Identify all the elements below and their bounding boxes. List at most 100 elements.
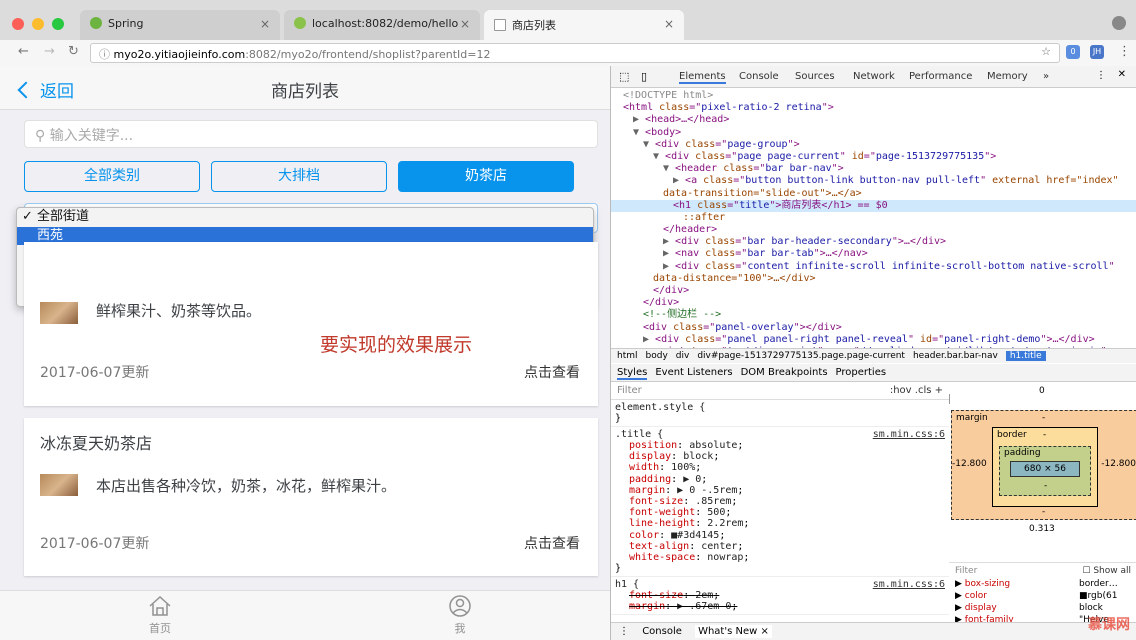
close-tab-icon[interactable]: ×	[460, 17, 470, 31]
category-button-milktea[interactable]: 奶茶店	[398, 161, 574, 192]
shop-card[interactable]: 冰冻夏天奶茶店 本店出售各种冷饮，奶茶，冰花，鲜榨果汁。 2017-06-07更…	[24, 418, 598, 576]
devtools-tab[interactable]: Memory	[987, 71, 1028, 82]
tab-localhost[interactable]: localhost:8082/demo/hello ×	[284, 10, 480, 40]
devtools-tab[interactable]: Performance	[909, 71, 972, 82]
css-source-link[interactable]: sm.min.css:6	[873, 429, 945, 440]
breadcrumb-item[interactable]: header.bar.bar-nav	[913, 351, 998, 361]
expand-arrow-icon[interactable]: ▶	[633, 114, 645, 125]
device-toggle-icon[interactable]: ▯	[641, 70, 647, 83]
computed-property[interactable]: ▶ box-sizing border…	[949, 579, 1136, 591]
dom-node-line[interactable]: <!--侧边栏 -->	[611, 309, 1136, 321]
dom-node-line[interactable]: ▼ <div class="page-group">	[611, 139, 1136, 151]
dom-node-line[interactable]: ::after	[611, 212, 1136, 224]
shop-card[interactable]: 鲜榨果汁、奶茶等饮品。 2017-06-07更新 点击查看	[24, 242, 598, 406]
computed-filter[interactable]: Filter ☐ Show all	[949, 563, 1136, 579]
dom-node-line[interactable]: </div>	[611, 297, 1136, 309]
css-property[interactable]: color: ■#3d4145;	[615, 530, 945, 541]
expand-arrow-icon[interactable]: ▼	[663, 163, 675, 174]
dom-node-line[interactable]: ▶ <head>…</head>	[611, 114, 1136, 126]
css-property[interactable]: width: 100%;	[615, 462, 945, 473]
expand-arrow-icon[interactable]: ▶	[663, 248, 675, 259]
extension-jh-icon[interactable]: JH	[1090, 45, 1104, 59]
devtools-tab[interactable]: Elements	[679, 71, 726, 84]
inspect-element-icon[interactable]: ⬚	[619, 70, 629, 83]
devtools-tab[interactable]: Sources	[795, 71, 835, 82]
show-all-checkbox[interactable]: ☐ Show all	[1082, 566, 1131, 576]
zoom-window-button[interactable]	[52, 18, 64, 30]
breadcrumb-item[interactable]: div	[676, 351, 690, 361]
dom-node-line[interactable]: ▶ <div class="content infinite-scroll in…	[611, 261, 1136, 273]
devtools-tab[interactable]: Console	[739, 71, 779, 82]
dom-node-line[interactable]: </div>	[611, 285, 1136, 297]
dom-tree[interactable]: <!DOCTYPE html> <html class="pixel-ratio-…	[611, 88, 1136, 348]
expand-arrow-icon[interactable]: ▼	[643, 139, 655, 150]
address-bar[interactable]: ⓘ myo2o.yitiaojieinfo.com:8082/myo2o/fro…	[90, 43, 1060, 63]
computed-property[interactable]: ▶ color ■rgb(61	[949, 591, 1136, 603]
breadcrumb-item[interactable]: h1.title	[1005, 351, 1046, 361]
menu-kebab-icon[interactable]: ⋮	[1118, 44, 1131, 59]
tab-shoplist[interactable]: 商店列表 ×	[484, 10, 684, 40]
drawer-tab-whatsnew[interactable]: What's New ×	[695, 625, 772, 638]
close-tab-icon[interactable]: ×	[664, 17, 674, 31]
dom-node-line[interactable]: ▼ <body>	[611, 127, 1136, 139]
dom-node-line[interactable]: data-distance="100">…</div>	[611, 273, 1136, 285]
hov-cls-controls[interactable]: :hov .cls +	[890, 385, 943, 396]
dom-node-line[interactable]: ▶ <div class="panel panel-right panel-re…	[611, 334, 1136, 346]
dropdown-option[interactable]: ✓ 全部街道	[17, 208, 593, 227]
close-window-button[interactable]	[12, 18, 24, 30]
styles-subtab[interactable]: Styles	[617, 367, 648, 380]
css-rule[interactable]: element.style {}	[611, 400, 949, 427]
minimize-window-button[interactable]	[32, 18, 44, 30]
profile-icon[interactable]	[1112, 16, 1126, 30]
extension-icon[interactable]: 0	[1066, 45, 1080, 59]
dom-node-line[interactable]: <h1 class="title">商店列表</h1> == $0	[611, 199, 1136, 212]
expand-arrow-icon[interactable]: ▶	[673, 175, 685, 186]
tab-spring[interactable]: Spring ×	[80, 10, 280, 40]
css-property[interactable]: position: absolute;	[615, 440, 945, 451]
dom-node-line[interactable]: <html class="pixel-ratio-2 retina">	[611, 102, 1136, 114]
css-property[interactable]: white-space: nowrap;	[615, 552, 945, 563]
styles-filter[interactable]: Filter:hov .cls +	[611, 382, 949, 400]
css-property[interactable]: font-size: 2em;	[615, 590, 945, 601]
dom-node-line[interactable]: ▼ <header class="bar bar-nav">	[611, 163, 1136, 175]
breadcrumb-item[interactable]: body	[646, 351, 668, 361]
css-property[interactable]: padding: ▶ 0;	[615, 474, 945, 485]
view-details-link[interactable]: 点击查看	[524, 362, 580, 382]
expand-arrow-icon[interactable]: ▶	[663, 261, 675, 272]
devtools-close-icon[interactable]: ✕	[1118, 69, 1126, 80]
devtools-tab[interactable]: »	[1043, 71, 1049, 82]
devtools-menu-icon[interactable]: ⋮	[1096, 70, 1106, 81]
search-input[interactable]: ⚲ 输入关键字...	[24, 120, 598, 148]
tab-me[interactable]: 我	[430, 595, 490, 636]
css-property[interactable]: text-align: center;	[615, 541, 945, 552]
expand-arrow-icon[interactable]: ▼	[653, 151, 665, 162]
styles-subtab[interactable]: DOM Breakpoints	[741, 367, 828, 378]
css-property[interactable]: font-weight: 500;	[615, 507, 945, 518]
dom-node-line[interactable]: ▶ <div class="bar bar-header-secondary">…	[611, 236, 1136, 248]
dom-node-line[interactable]: data-transition="slide-out">…</a>	[611, 188, 1136, 200]
css-property[interactable]: margin: ▶ 0 -.5rem;	[615, 485, 945, 496]
css-property[interactable]: font-size: .85rem;	[615, 496, 945, 507]
bookmark-star-icon[interactable]: ☆	[1041, 45, 1051, 58]
css-rule[interactable]: sm.min.css:6 h1 {font-size: 2em; margin: ▶…	[611, 577, 949, 616]
drawer-tab-console[interactable]: Console	[642, 626, 682, 637]
styles-subtab[interactable]: Event Listeners	[655, 367, 732, 378]
category-button-dapaidang[interactable]: 大排档	[211, 161, 387, 192]
css-property[interactable]: margin: ▶ .67em 0;	[615, 601, 945, 612]
expand-arrow-icon[interactable]: ▶	[663, 236, 675, 247]
css-property[interactable]: line-height: 2.2rem;	[615, 518, 945, 529]
close-tab-icon[interactable]: ×	[260, 17, 270, 31]
css-property[interactable]: display: block;	[615, 451, 945, 462]
css-rule[interactable]: sm.min.css:6 .title {position: absolute; d…	[611, 427, 949, 578]
breadcrumb-item[interactable]: html	[617, 351, 638, 361]
dom-node-line[interactable]: <div class="panel-overlay"></div>	[611, 322, 1136, 334]
dom-node-line[interactable]: </header>	[611, 224, 1136, 236]
expand-arrow-icon[interactable]: ▶	[643, 334, 655, 345]
dom-node-line[interactable]: ▶ <nav class="bar bar-tab">…</nav>	[611, 248, 1136, 260]
view-details-link[interactable]: 点击查看	[524, 533, 580, 553]
dom-node-line[interactable]: ▶ <a class="button button-link button-na…	[611, 175, 1136, 187]
css-source-link[interactable]: sm.min.css:6	[873, 579, 945, 590]
drawer-menu-icon[interactable]: ⋮	[619, 626, 629, 637]
dom-node-line[interactable]: <!DOCTYPE html>	[611, 90, 1136, 102]
dom-node-line[interactable]: ▼ <div class="page page-current" id="pag…	[611, 151, 1136, 163]
